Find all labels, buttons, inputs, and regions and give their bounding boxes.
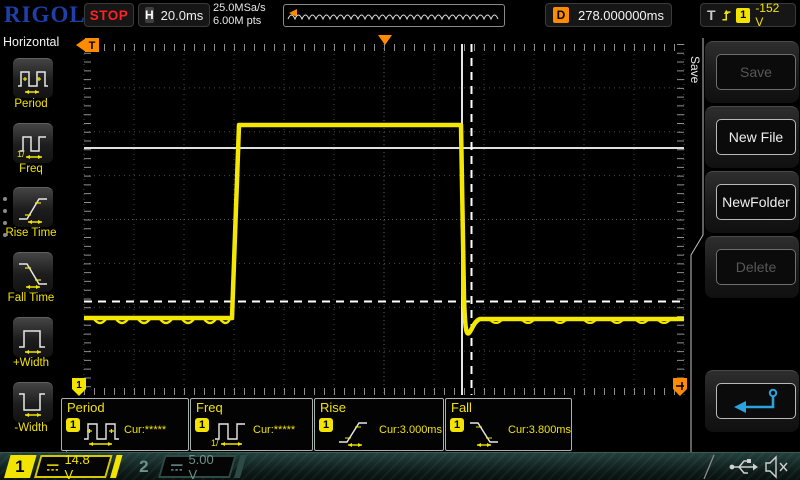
- channel1-offscreen-marker: 1: [72, 378, 86, 396]
- measurement-name: Period: [67, 400, 105, 415]
- rise-time-icon: [16, 191, 50, 225]
- measure-menu-title: Horizontal: [3, 35, 59, 49]
- trigger-source-badge: 1: [736, 8, 750, 23]
- channel1-scale: 14.8 V: [65, 452, 101, 480]
- menu-item-freq[interactable]: 1/: [13, 123, 53, 163]
- preview-waveform-icon: [284, 5, 502, 24]
- new-folder-button[interactable]: NewFolder: [716, 184, 796, 220]
- dc-coupling-icon: [46, 461, 59, 473]
- channel-status-bar: 1 14.8 V 2 5: [0, 452, 800, 480]
- rising-edge-icon: [721, 7, 731, 23]
- channel2-end-slash: [234, 455, 247, 478]
- waveform-memory-preview[interactable]: [283, 4, 505, 27]
- menu-scroll-dot: [3, 209, 7, 213]
- channel1-number: 1: [16, 457, 25, 477]
- measure-menu: Horizontal Period 1/ Freq: [0, 30, 60, 480]
- measurement-panel-period: Period 1 Cur:***** Avg:***** Max:***** M…: [61, 398, 189, 451]
- channel1-end-slash: [110, 455, 123, 478]
- measurement-source-badge: 1: [319, 418, 333, 432]
- fall-time-icon: [16, 256, 50, 290]
- dc-coupling-icon: [170, 461, 183, 473]
- trigger-info-box[interactable]: T 1 -152 V: [700, 3, 796, 27]
- menu-scroll-dot: [3, 233, 7, 237]
- measurement-name: Freq: [196, 400, 223, 415]
- menu-item-pos-width-label[interactable]: +Width: [0, 357, 64, 369]
- timebase-value: 20.0ms: [161, 8, 204, 23]
- delay-value: 278.000000ms: [578, 8, 664, 23]
- measurement-panel-rise: Rise 1 Cur:3.000ms Avg:2.920ms Max:3.000…: [314, 398, 444, 451]
- back-button[interactable]: [716, 383, 796, 419]
- channel1-badge[interactable]: 1 14.8 V: [4, 455, 123, 478]
- horizontal-timebase-box[interactable]: H 20.0ms: [138, 3, 210, 27]
- svg-text:1: 1: [76, 380, 82, 391]
- waveform-display[interactable]: T 1: [60, 30, 688, 398]
- menu-item-pos-width[interactable]: [13, 317, 53, 357]
- channel2-badge[interactable]: 2 5.00 V: [128, 455, 247, 478]
- delete-button[interactable]: Delete: [716, 249, 796, 285]
- waveform-grid: T 1: [60, 30, 688, 398]
- menu-item-fall-time-label[interactable]: Fall Time: [0, 292, 64, 304]
- trigger-delay-box[interactable]: D 278.000000ms: [545, 3, 672, 27]
- acquisition-info: 25.0MSa/s 6.00M pts: [213, 2, 266, 28]
- horizontal-icon: H: [145, 7, 154, 23]
- menu-item-rise-time[interactable]: [13, 187, 53, 227]
- menu-scroll-dot: [3, 197, 7, 201]
- measurement-source-badge: 1: [195, 418, 209, 432]
- menu-item-neg-width-label[interactable]: -Width: [0, 422, 64, 434]
- new-file-button[interactable]: New File: [716, 119, 796, 155]
- measurement-row: Cur:*****: [124, 425, 169, 437]
- sample-rate: 25.0MSa/s: [213, 2, 266, 15]
- measurement-panel-fall: Fall 1 Cur:3.800ms Avg:3.720ms Max:3.800…: [445, 398, 572, 451]
- rigol-logo: RIGOL: [4, 2, 86, 28]
- svg-text:T: T: [89, 40, 96, 52]
- channel2-scale: 5.00 V: [189, 452, 225, 480]
- return-arrow-icon: [727, 386, 785, 416]
- trigger-level-offscreen-marker: [673, 378, 687, 396]
- delay-icon: D: [553, 7, 569, 23]
- menu-item-fall-time[interactable]: [13, 252, 53, 292]
- channel2-number: 2: [140, 457, 149, 477]
- minus-width-icon: [16, 386, 50, 420]
- save-menu: Save Save New File NewFolder Delete: [688, 30, 800, 480]
- measurement-name: Fall: [451, 400, 472, 415]
- status-icons: [690, 453, 800, 480]
- top-status-bar: RIGOL STOP H 20.0ms 25.0MSa/s 6.00M pts …: [0, 0, 800, 31]
- freq-icon: 1/: [16, 127, 50, 161]
- menu-item-period-label[interactable]: Period: [0, 98, 64, 110]
- trigger-position-marker: [378, 35, 392, 45]
- memory-depth: 6.00M pts: [213, 15, 266, 28]
- plus-width-icon: [16, 321, 50, 355]
- svg-text:1/: 1/: [17, 149, 25, 159]
- measurement-source-badge: 1: [450, 418, 464, 432]
- svg-text:1/: 1/: [211, 438, 219, 448]
- freq-icon: 1/: [211, 415, 251, 449]
- usb-icon: [730, 459, 758, 473]
- run-state-indicator[interactable]: STOP: [84, 3, 134, 27]
- trigger-label: T: [707, 7, 716, 23]
- save-button[interactable]: Save: [716, 54, 796, 90]
- period-icon: [82, 415, 122, 449]
- menu-item-neg-width[interactable]: [13, 382, 53, 422]
- rise-icon: [335, 415, 375, 449]
- measurement-source-badge: 1: [66, 418, 80, 432]
- measurement-row: Cur:*****: [253, 425, 298, 437]
- oscilloscope-screen: RIGOL STOP H 20.0ms 25.0MSa/s 6.00M pts …: [0, 0, 800, 480]
- speaker-muted-icon: [766, 457, 787, 477]
- trigger-time-offscreen-marker: T: [76, 38, 99, 52]
- measurement-row: Cur:3.800ms: [508, 425, 574, 437]
- trigger-level-value: -152 V: [755, 1, 789, 29]
- menu-item-period[interactable]: [13, 58, 53, 98]
- fall-icon: [466, 415, 506, 449]
- measurement-row: Cur:3.000ms: [379, 425, 445, 437]
- period-icon: [16, 62, 50, 96]
- menu-scroll-dot: [3, 221, 7, 225]
- measurement-name: Rise: [320, 400, 346, 415]
- menu-item-rise-time-label[interactable]: Rise Time: [0, 227, 64, 239]
- run-state-label: STOP: [90, 8, 129, 23]
- menu-item-freq-label[interactable]: Freq: [0, 163, 64, 175]
- measurement-panel-freq: Freq 1 1/ Cur:***** Avg:***** Max:***** …: [190, 398, 313, 451]
- menu-tab-save: Save: [688, 56, 702, 83]
